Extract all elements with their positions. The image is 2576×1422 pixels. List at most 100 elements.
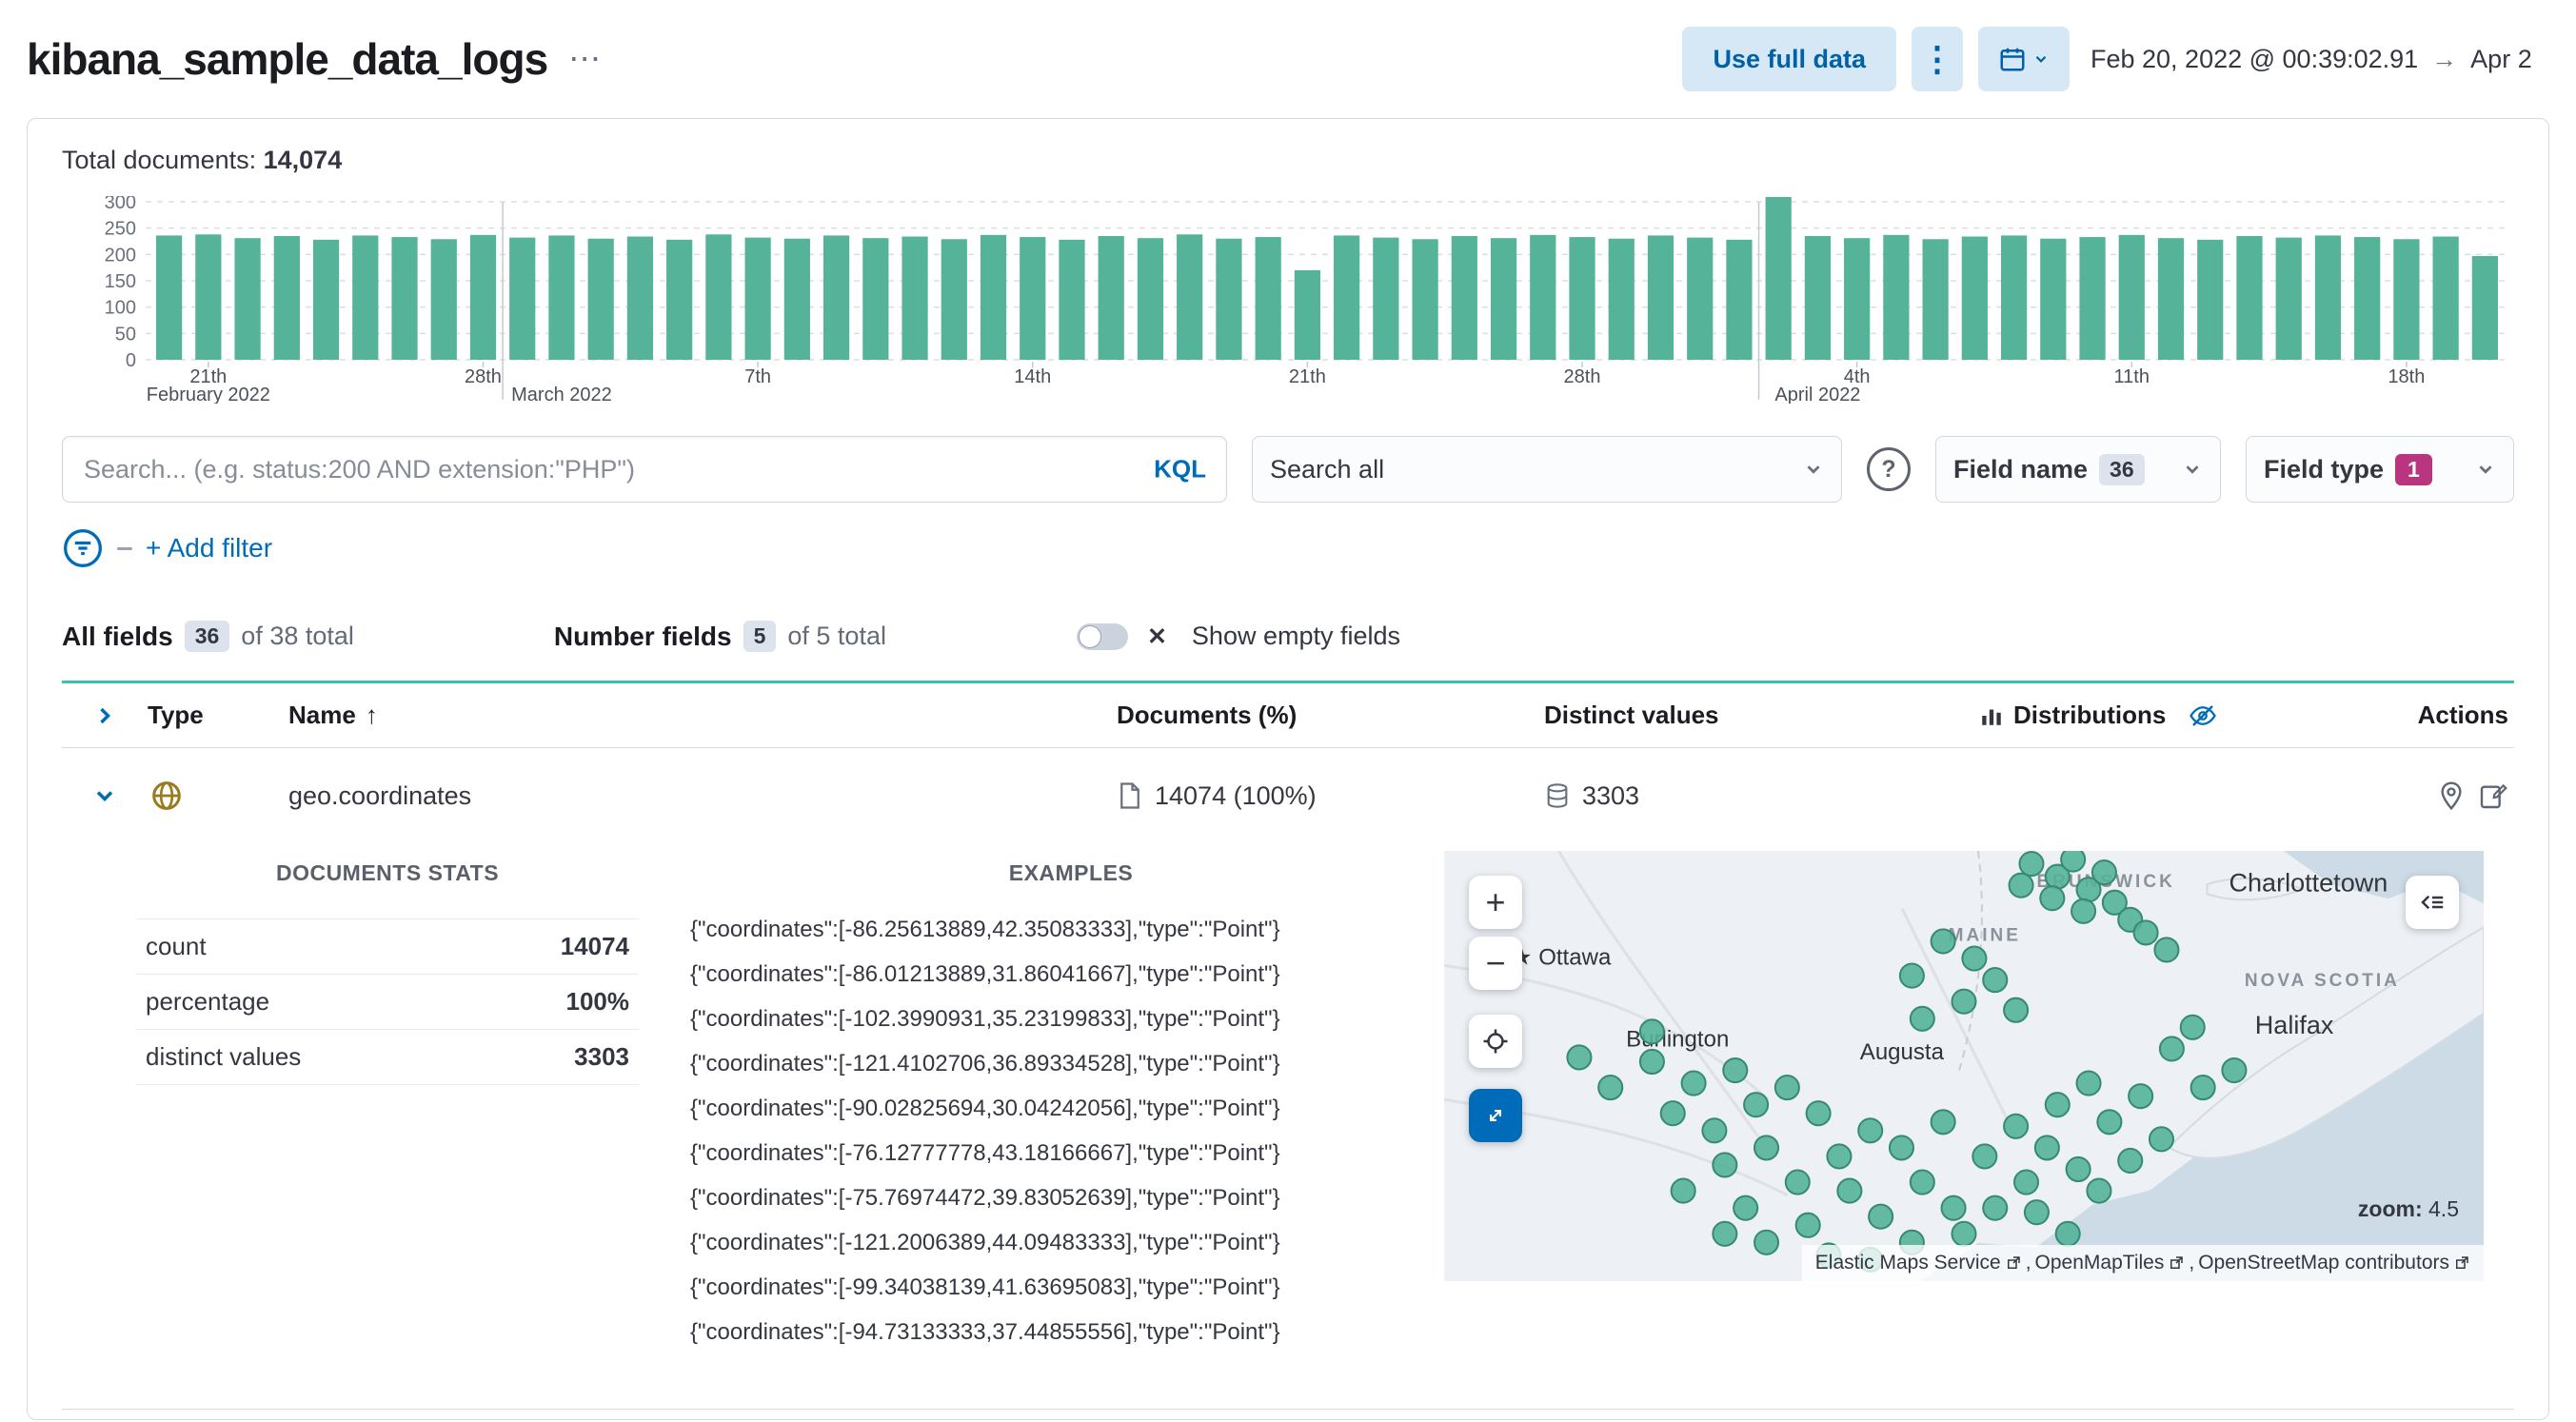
documents-histogram: 0 50 100 150 200 250 300 21th 28th 7th 14th 21th 28t… [62, 196, 2516, 404]
stat-row: distinct values 3303 [136, 1029, 639, 1085]
map-attribution: Elastic Maps Service, OpenMapTiles, Open… [1801, 1245, 2484, 1281]
example-value: {"coordinates":[-86.01213889,31.86041667… [690, 960, 1280, 987]
svg-text:February 2022: February 2022 [147, 385, 270, 404]
calendar-icon [2000, 48, 2025, 71]
field-name-filter[interactable]: Field name 36 [1935, 436, 2221, 503]
legend-collapse-icon [2421, 895, 2444, 910]
data-visualizer-panel: Total documents: 14,074 0 50 100 150 200 250 3… [27, 118, 2549, 1420]
svg-text:250: 250 [105, 219, 136, 240]
table-row: geo.coordinates 14074 (100%) 3303 [62, 748, 2514, 843]
svg-text:100: 100 [105, 298, 136, 319]
distinct-values-cell: 3303 [1544, 781, 1979, 811]
svg-text:18th: 18th [2388, 366, 2425, 387]
example-value: {"coordinates":[-99.34038139,41.63695083… [690, 1274, 1280, 1300]
example-value: {"coordinates":[-121.4102706,36.89334528… [690, 1050, 1280, 1076]
col-distributions-label: Distributions [2013, 701, 2167, 729]
filter-divider [117, 546, 132, 550]
attribution-link[interactable]: OpenMapTiles [2035, 1252, 2165, 1274]
col-distributions: Distributions [1979, 701, 2398, 730]
stat-row: percentage 100% [136, 974, 639, 1029]
search-box: KQL [62, 436, 1227, 503]
example-value: {"coordinates":[-86.25613889,42.35083333… [690, 916, 1280, 942]
add-filter-button[interactable]: + Add filter [146, 533, 272, 563]
expand-all-button[interactable] [62, 702, 148, 729]
eye-slash-icon[interactable] [2189, 701, 2217, 730]
map-pin-icon[interactable] [2436, 780, 2467, 811]
more-options-button[interactable]: ⋮ [1912, 27, 1963, 91]
search-toolbar: KQL Search all ? Field name 36 Field typ… [62, 436, 2514, 503]
svg-text:7th: 7th [744, 366, 771, 387]
field-type-filter[interactable]: Field type 1 [2246, 436, 2514, 503]
svg-text:28th: 28th [465, 366, 502, 387]
chevron-right-icon [100, 707, 110, 723]
attribution-link[interactable]: OpenStreetMap contributors [2198, 1252, 2449, 1274]
all-fields-count-badge: 36 [184, 621, 230, 652]
field-type-cell [148, 777, 288, 815]
col-name-sort[interactable]: Name ↑ [288, 701, 1117, 730]
svg-text:200: 200 [105, 245, 136, 266]
example-value: {"coordinates":[-90.02825694,30.04242056… [690, 1095, 1280, 1121]
map-locate-button[interactable] [1469, 1015, 1522, 1068]
col-distinct: Distinct values [1544, 701, 1719, 729]
search-input[interactable] [62, 436, 1227, 503]
col-actions: Actions [2417, 701, 2508, 729]
filter-icon[interactable] [62, 527, 104, 569]
example-value: {"coordinates":[-94.73133333,37.44855556… [690, 1318, 1280, 1345]
chevron-down-icon [1807, 465, 1820, 474]
fields-table-header: Type Name ↑ Documents (%) Distinct value… [62, 683, 2514, 748]
date-range[interactable]: Feb 20, 2022 @ 00:39:02.91 → Apr 2 [2070, 45, 2532, 74]
date-arrow-icon: → [2431, 44, 2458, 73]
help-icon[interactable]: ? [1867, 447, 1911, 491]
example-value: {"coordinates":[-75.76974472,39.83052639… [690, 1184, 1280, 1211]
svg-text:50: 50 [115, 324, 136, 345]
total-documents-label: Total documents: [62, 146, 257, 174]
distinct-values-value: 3303 [1582, 780, 1640, 810]
svg-text:21th: 21th [1289, 366, 1326, 387]
number-fields-total: of 5 total [787, 622, 886, 650]
total-documents-value: 14,074 [263, 146, 343, 174]
chevron-down-icon [2186, 465, 2199, 474]
show-empty-fields-label: Show empty fields [1191, 622, 1401, 650]
map-expand-button[interactable] [1469, 1089, 1522, 1142]
svg-text:Charlottetown: Charlottetown [2229, 868, 2388, 898]
number-fields-group: Number fields 5 of 5 total [554, 621, 886, 652]
map-zoom-out-button[interactable]: − [1469, 937, 1522, 990]
example-value: {"coordinates":[-121.2006389,44.09483333… [690, 1229, 1280, 1255]
col-documents: Documents (%) [1117, 701, 1298, 729]
zoom-label: zoom: [2357, 1196, 2423, 1221]
page-title: kibana_sample_data_logs [27, 34, 548, 84]
date-picker[interactable]: Feb 20, 2022 @ 00:39:02.91 → Apr 2 [1978, 27, 2549, 91]
filter-bar: + Add filter [62, 527, 2514, 569]
number-fields-label: Number fields [553, 621, 732, 651]
show-empty-fields-toggle[interactable] [1076, 622, 1128, 650]
search-all-select[interactable]: Search all [1252, 436, 1842, 503]
show-empty-fields-group: ✕ Show empty fields [1076, 622, 1401, 651]
svg-text:NOVA SCOTIA: NOVA SCOTIA [2245, 971, 2400, 991]
top-bar: kibana_sample_data_logs ⋯ Use full data … [0, 0, 2576, 118]
svg-text:April 2022: April 2022 [1774, 385, 1860, 404]
date-start[interactable]: Feb 20, 2022 @ 00:39:02.91 [2091, 45, 2418, 74]
attribution-link[interactable]: Elastic Maps Service [1815, 1252, 2001, 1274]
chevron-down-icon [2479, 465, 2492, 474]
edit-field-icon[interactable] [2478, 780, 2508, 811]
map-zoom-in-button[interactable]: + [1469, 876, 1522, 929]
geo-map[interactable]: BRUNSWICKCharlottetownMAINENOVA SCOTIAHa… [1444, 851, 2484, 1281]
all-fields-total: of 38 total [241, 622, 354, 650]
field-name-count-badge: 36 [2099, 453, 2145, 485]
external-link-icon [2007, 1256, 2020, 1269]
all-fields-group: All fields 36 of 38 total [62, 621, 354, 652]
sort-asc-icon: ↑ [365, 701, 378, 729]
chevron-down-icon [2035, 55, 2047, 63]
geo-point-icon [152, 781, 181, 810]
histogram-svg: 05010015020025030021th 28th 7th 14th 21th 28t… [105, 196, 2505, 404]
kql-toggle[interactable]: KQL [1154, 455, 1206, 484]
panel-bottom-divider [62, 1409, 2514, 1410]
date-end[interactable]: Apr 2 [2470, 45, 2532, 74]
collapse-row-button[interactable] [62, 782, 148, 809]
fields-summary: All fields 36 of 38 total Number fields … [62, 621, 2514, 652]
field-name-cell[interactable]: geo.coordinates [288, 781, 1117, 811]
use-full-data-button[interactable]: Use full data [1682, 27, 1896, 91]
calendar-button[interactable] [1978, 27, 2070, 91]
title-options-icon[interactable]: ⋯ [568, 43, 601, 75]
map-legend-button[interactable] [2406, 876, 2459, 929]
